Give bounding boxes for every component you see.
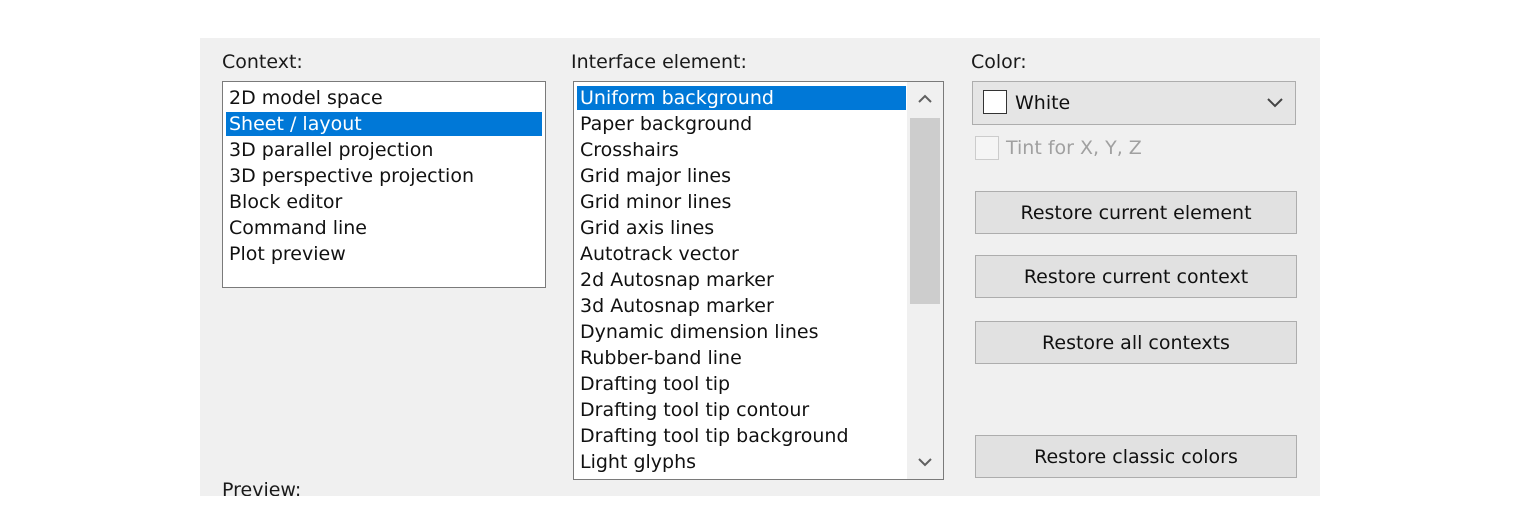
interface-element-label: Interface element:: [571, 51, 747, 73]
preview-label: Preview:: [222, 479, 302, 496]
color-dropdown[interactable]: White: [972, 81, 1296, 125]
interface-item-drafting-tool-tip-background[interactable]: Drafting tool tip background: [577, 424, 906, 448]
scroll-up-button[interactable]: [907, 82, 943, 116]
interface-item-autotrack-vector[interactable]: Autotrack vector: [577, 242, 906, 266]
interface-item-grid-major-lines[interactable]: Grid major lines: [577, 164, 906, 188]
context-item-3d-perspective-projection[interactable]: 3D perspective projection: [226, 164, 542, 188]
tint-checkbox[interactable]: [975, 136, 999, 160]
drawing-window-colors-dialog: Context: 2D model space Sheet / layout 3…: [200, 38, 1320, 496]
interface-item-paper-background[interactable]: Paper background: [577, 112, 906, 136]
context-item-sheet-layout[interactable]: Sheet / layout: [226, 112, 542, 136]
interface-element-scrollbar[interactable]: [907, 82, 943, 479]
interface-item-grid-axis-lines[interactable]: Grid axis lines: [577, 216, 906, 240]
scroll-down-button[interactable]: [907, 445, 943, 479]
restore-current-context-button[interactable]: Restore current context: [975, 255, 1297, 298]
color-label: Color:: [971, 51, 1027, 73]
interface-item-dynamic-dimension-lines[interactable]: Dynamic dimension lines: [577, 320, 906, 344]
context-item-block-editor[interactable]: Block editor: [226, 190, 542, 214]
context-item-3d-parallel-projection[interactable]: 3D parallel projection: [226, 138, 542, 162]
interface-item-rubber-band-line[interactable]: Rubber-band line: [577, 346, 906, 370]
context-item-plot-preview[interactable]: Plot preview: [226, 242, 542, 266]
context-label: Context:: [222, 51, 303, 73]
interface-item-drafting-tool-tip-contour[interactable]: Drafting tool tip contour: [577, 398, 906, 422]
chevron-down-icon: [918, 458, 932, 467]
interface-item-crosshairs[interactable]: Crosshairs: [577, 138, 906, 162]
interface-item-3d-autosnap-marker[interactable]: 3d Autosnap marker: [577, 294, 906, 318]
context-listbox[interactable]: 2D model space Sheet / layout 3D paralle…: [222, 81, 546, 288]
interface-element-listbox[interactable]: Uniform background Paper background Cros…: [573, 81, 944, 480]
scroll-thumb[interactable]: [910, 118, 940, 304]
restore-current-element-button[interactable]: Restore current element: [975, 191, 1297, 234]
context-item-2d-model-space[interactable]: 2D model space: [226, 86, 542, 110]
chevron-down-icon: [1267, 98, 1283, 108]
color-dropdown-value: White: [1015, 92, 1071, 114]
interface-item-light-glyphs[interactable]: Light glyphs: [577, 450, 906, 474]
context-item-command-line[interactable]: Command line: [226, 216, 542, 240]
color-swatch: [983, 90, 1007, 114]
interface-item-grid-minor-lines[interactable]: Grid minor lines: [577, 190, 906, 214]
restore-all-contexts-button[interactable]: Restore all contexts: [975, 321, 1297, 364]
interface-item-2d-autosnap-marker[interactable]: 2d Autosnap marker: [577, 268, 906, 292]
interface-item-drafting-tool-tip[interactable]: Drafting tool tip: [577, 372, 906, 396]
restore-classic-colors-button[interactable]: Restore classic colors: [975, 435, 1297, 478]
tint-checkbox-label: Tint for X, Y, Z: [1006, 137, 1142, 159]
chevron-up-icon: [918, 94, 932, 103]
interface-item-uniform-background[interactable]: Uniform background: [577, 86, 906, 110]
